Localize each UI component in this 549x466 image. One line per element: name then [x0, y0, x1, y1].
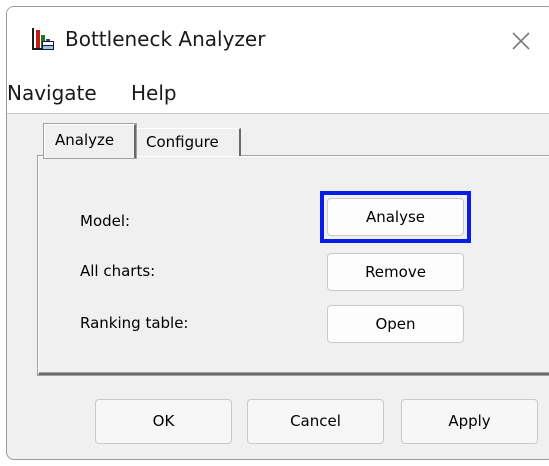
title-bar: Bottleneck Analyzer [7, 7, 549, 77]
apply-button[interactable]: Apply [401, 399, 538, 444]
menu-help[interactable]: Help [131, 81, 177, 105]
open-ranking-table-button[interactable]: Open [327, 305, 464, 343]
ranking-table-label: Ranking table: [80, 314, 189, 332]
tab-analyze-label: Analyze [55, 131, 115, 149]
bar-chart-app-icon [32, 28, 54, 50]
menu-bar: Navigate Help [7, 77, 549, 114]
cancel-button[interactable]: Cancel [247, 399, 384, 444]
all-charts-label: All charts: [80, 262, 156, 280]
tab-analyze[interactable]: Analyze [44, 124, 136, 158]
analyse-button[interactable]: Analyse [327, 198, 464, 236]
ok-button[interactable]: OK [95, 399, 232, 444]
remove-charts-button[interactable]: Remove [327, 253, 464, 291]
tab-configure-label: Configure [146, 133, 219, 151]
close-icon[interactable] [507, 27, 535, 55]
model-label: Model: [80, 212, 131, 230]
window-title: Bottleneck Analyzer [65, 27, 266, 51]
tab-configure[interactable]: Configure [137, 128, 241, 156]
menu-navigate[interactable]: Navigate [7, 81, 97, 105]
